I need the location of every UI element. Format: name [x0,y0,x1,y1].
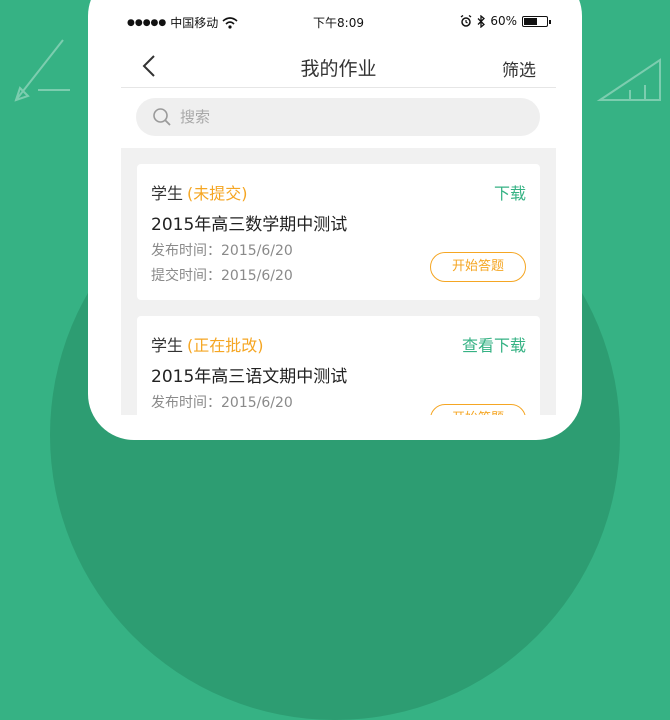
start-answer-button[interactable]: 开始答题 [430,252,526,282]
status-label: (未提交) [187,184,248,203]
search-box[interactable] [136,98,540,136]
start-answer-button[interactable]: 开始答题 [430,404,526,415]
status-label: (正在批改) [187,336,264,355]
navigation-bar: 我的作业 筛选 [121,44,556,88]
publish-time: 发布时间：2015/6/20 [151,243,293,259]
card-header: 学生 (正在批改) [151,332,264,356]
page-title: 我的作业 [300,58,377,80]
card-header: 学生 (未提交) [151,180,248,204]
search-area [121,88,556,148]
bluetooth-icon [477,14,486,28]
ruler-decoration-icon [596,58,661,101]
app-screen: ●●●●● 中国移动 下午8:09 60% 我的作业 筛选 搜索 学生 (未提交… [121,0,556,415]
battery-level [524,17,538,25]
view-download-link[interactable]: 查看下载 [462,332,526,356]
student-label: 学生 [151,336,184,355]
search-input[interactable] [178,107,502,127]
pencil-decoration-icon [14,39,70,102]
alarm-icon [460,15,472,27]
status-right: 60% [460,14,551,28]
search-icon [153,108,171,126]
homework-card[interactable]: 学生 (正在批改) 查看下载 2015年高三语文期中测试 发布时间：2015/6/… [137,316,540,415]
publish-time: 发布时间：2015/6/20 [151,395,293,411]
battery-percent: 60% [490,14,517,28]
student-label: 学生 [151,184,184,203]
homework-card[interactable]: 学生 (未提交) 下载 2015年高三数学期中测试 发布时间：2015/6/20 … [137,164,540,300]
submit-time: 提交时间：2015/6/20 [151,268,293,284]
filter-button[interactable]: 筛选 [502,56,536,81]
homework-title: 2015年高三语文期中测试 [151,367,348,387]
battery-icon [522,15,551,27]
status-bar: ●●●●● 中国移动 下午8:09 60% [121,0,556,44]
homework-title: 2015年高三数学期中测试 [151,215,348,235]
download-link[interactable]: 下载 [494,180,526,204]
